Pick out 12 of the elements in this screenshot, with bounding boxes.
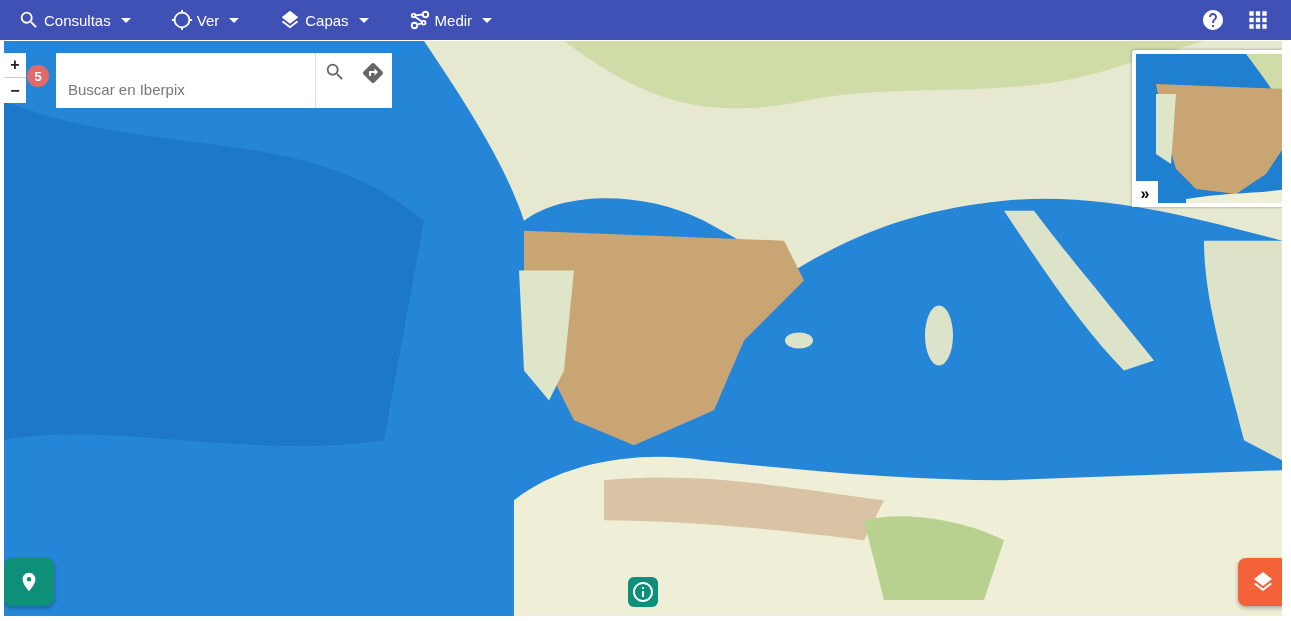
toolbar-menu[interactable]: Medir [402, 0, 499, 40]
toolbar-menu[interactable]: Capas [273, 0, 375, 40]
search-icon [18, 9, 40, 31]
crosshair-icon [170, 9, 193, 31]
caret-icon [229, 17, 240, 23]
help-button[interactable] [1201, 8, 1225, 32]
measure-icon [408, 9, 431, 31]
caret-icon [358, 17, 369, 23]
caret-icon [482, 17, 493, 23]
caret-icon [120, 17, 131, 23]
toolbar-menu[interactable]: Consultas [12, 0, 137, 40]
toolbar-menu[interactable]: Ver [164, 0, 246, 40]
